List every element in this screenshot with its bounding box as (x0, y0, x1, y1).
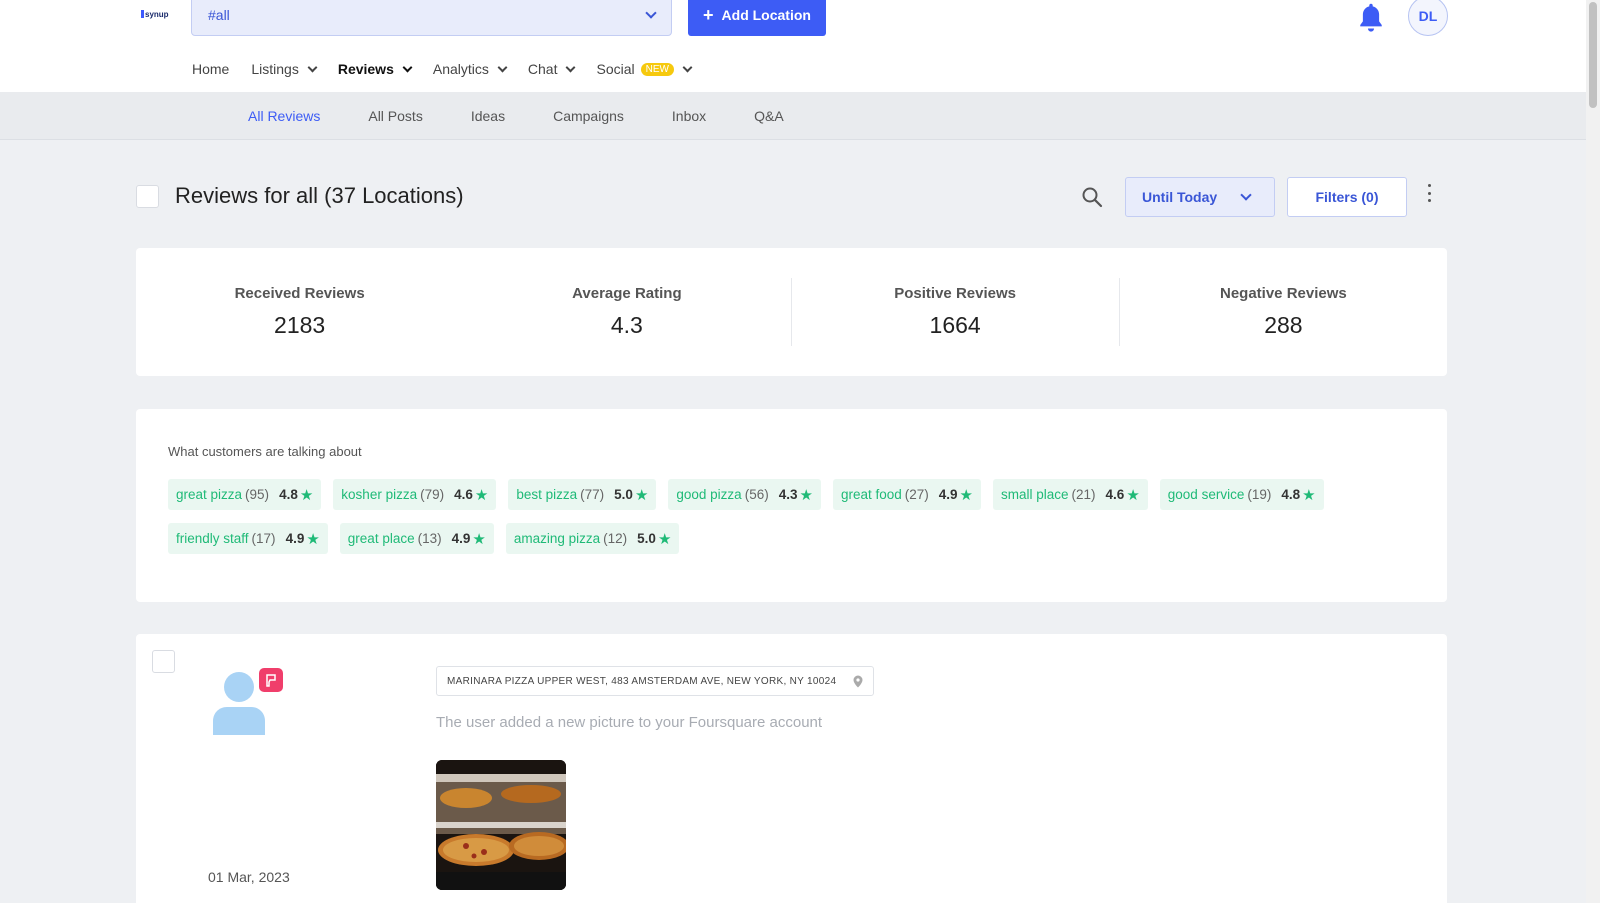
search-icon[interactable] (1080, 185, 1104, 209)
review-text: The user added a new picture to your Fou… (436, 714, 823, 731)
review-location-tag[interactable]: MARINARA PIZZA UPPER WEST, 483 AMSTERDAM… (436, 666, 874, 696)
topics-heading: What customers are talking about (168, 444, 362, 459)
location-select[interactable]: #all (191, 0, 672, 36)
tab-qa[interactable]: Q&A (754, 108, 784, 124)
review-checkbox[interactable] (152, 650, 175, 673)
map-pin-icon (853, 675, 863, 687)
tab-all-reviews[interactable]: All Reviews (248, 108, 320, 124)
date-range-dropdown[interactable]: Until Today (1125, 177, 1275, 217)
star-icon: ★ (1302, 486, 1316, 504)
main-nav: Home Listings Reviews Analytics Chat Soc… (192, 58, 713, 80)
stat-negative-reviews: Negative Reviews 288 (1118, 278, 1447, 346)
chevron-down-icon (307, 62, 318, 72)
stat-value: 1664 (929, 312, 981, 338)
topic-chip[interactable]: great food (27) 4.9 ★ (832, 479, 981, 510)
star-icon: ★ (472, 530, 486, 548)
review-date: 01 Mar, 2023 (208, 869, 290, 885)
tab-campaigns[interactable]: Campaigns (553, 108, 624, 124)
foursquare-icon (259, 668, 283, 692)
star-icon: ★ (959, 486, 973, 504)
star-icon: ★ (1126, 486, 1140, 504)
stat-label: Average Rating (572, 285, 682, 302)
review-photo[interactable] (436, 760, 566, 890)
nav-item-social[interactable]: Social NEW (596, 61, 693, 77)
user-avatar[interactable]: DL (1408, 0, 1448, 36)
star-icon: ★ (634, 486, 649, 504)
select-all-checkbox[interactable] (136, 185, 159, 208)
topic-chip[interactable]: great place (13) 4.9 ★ (339, 523, 494, 554)
review-stats-card: Received Reviews 2183 Average Rating 4.3… (136, 248, 1447, 376)
topic-chips: great pizza (95) 4.8 ★ kosher pizza (79) 4.6 ★… (168, 479, 1418, 554)
nav-item-home[interactable]: Home (192, 61, 229, 77)
more-options-icon[interactable] (1425, 184, 1433, 202)
stat-average-rating: Average Rating 4.3 (463, 248, 790, 376)
stat-received-reviews: Received Reviews 2183 (136, 248, 463, 376)
chevron-down-icon (645, 7, 657, 19)
top-header: synup #all + Add Location DL Home Listin… (0, 0, 1586, 92)
chevron-down-icon (402, 62, 413, 72)
chevron-down-icon (682, 62, 693, 72)
star-icon: ★ (657, 530, 672, 548)
chevron-down-icon (1240, 189, 1252, 201)
review-card: 01 Mar, 2023 MARINARA PIZZA UPPER WEST, … (136, 634, 1447, 903)
stat-positive-reviews: Positive Reviews 1664 (790, 278, 1119, 346)
chevron-down-icon (566, 62, 576, 72)
nav-item-analytics[interactable]: Analytics (433, 61, 508, 77)
page-scrollbar[interactable] (1586, 0, 1600, 903)
nav-item-listings[interactable]: Listings (251, 61, 318, 77)
scrollbar-thumb[interactable] (1589, 2, 1597, 108)
topic-chip[interactable]: friendly staff (17) 4.9 ★ (168, 523, 328, 554)
star-icon: ★ (306, 530, 320, 548)
tab-ideas[interactable]: Ideas (471, 108, 505, 124)
stat-value: 2183 (274, 312, 326, 338)
topic-chip[interactable]: small place (21) 4.6 ★ (993, 479, 1148, 510)
topic-chip[interactable]: good service (19) 4.8 ★ (1159, 479, 1324, 510)
topic-chip[interactable]: good pizza (56) 4.3 ★ (668, 479, 821, 510)
tab-all-posts[interactable]: All Posts (368, 108, 422, 124)
new-badge: NEW (640, 62, 674, 76)
stat-label: Positive Reviews (894, 285, 1016, 302)
stat-value: 288 (1264, 312, 1303, 338)
chevron-down-icon (497, 62, 508, 72)
synup-logo[interactable]: synup (141, 10, 169, 19)
filters-button[interactable]: Filters (0) (1287, 177, 1407, 217)
star-icon: ★ (474, 486, 489, 504)
sub-nav: All Reviews All Posts Ideas Campaigns In… (0, 92, 1586, 140)
topic-chip[interactable]: amazing pizza (12) 5.0 ★ (505, 523, 680, 554)
nav-item-chat[interactable]: Chat (528, 61, 576, 77)
bell-icon[interactable] (1357, 2, 1385, 34)
tab-inbox[interactable]: Inbox (672, 108, 706, 124)
star-icon: ★ (799, 486, 813, 504)
location-select-value: #all (208, 7, 230, 23)
topic-chip[interactable]: best pizza (77) 5.0 ★ (508, 479, 657, 510)
pizza-photo (436, 760, 566, 890)
topics-card: What customers are talking about great p… (136, 409, 1447, 602)
topic-chip[interactable]: great pizza (95) 4.8 ★ (168, 479, 322, 510)
topic-chip[interactable]: kosher pizza (79) 4.6 ★ (333, 479, 497, 510)
nav-item-reviews[interactable]: Reviews (338, 61, 413, 77)
plus-icon: + (703, 5, 714, 25)
stat-label: Negative Reviews (1220, 285, 1347, 302)
add-location-button[interactable]: + Add Location (688, 0, 826, 36)
page-title: Reviews for all (37 Locations) (175, 183, 464, 208)
stat-value: 4.3 (610, 312, 643, 338)
star-icon: ★ (299, 486, 314, 504)
stat-label: Received Reviews (234, 285, 365, 302)
